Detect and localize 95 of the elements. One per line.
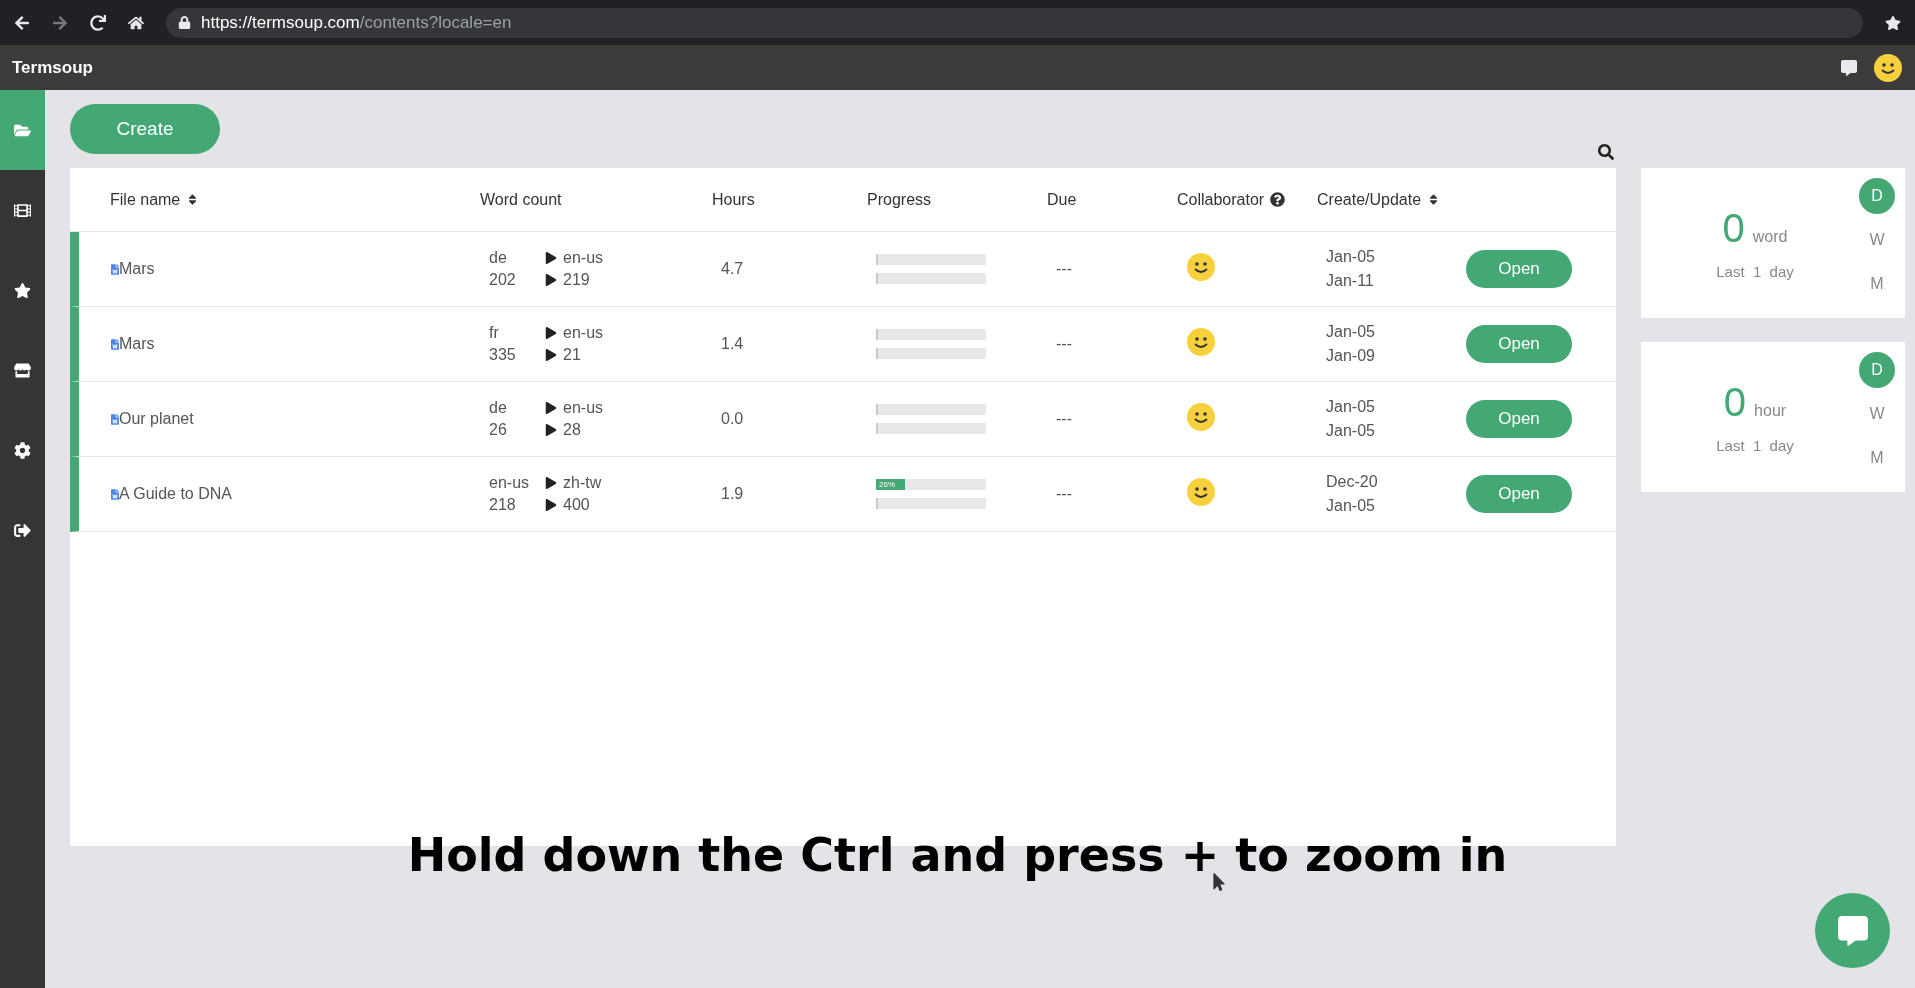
file-name: Our planet [119,410,195,428]
period-toggle[interactable]: W [1859,396,1895,432]
forward-icon[interactable] [52,14,68,31]
created-date: Jan-05 [1326,323,1376,341]
logout-icon [14,521,31,539]
hours-value: 0.0 [721,410,745,428]
column-header[interactable]: File name [110,190,480,209]
collaborator-smiley-icon [1186,477,1216,507]
target-language: en-us [563,399,605,417]
period-toggle[interactable]: D [1859,352,1895,388]
open-button[interactable]: Open [1466,325,1572,363]
document-icon [111,486,119,502]
created-date: Jan-05 [1326,398,1376,416]
play-icon [545,477,557,489]
settings-icon [14,441,31,459]
play-icon [545,349,557,361]
column-header: Due [1047,190,1078,209]
hours-value: 4.7 [721,260,745,278]
target-word-count: 219 [563,271,591,289]
period-text: Last 1 day [1716,263,1794,280]
hours-value: 1.4 [721,335,745,353]
due-value: --- [1056,410,1073,428]
chat-icon[interactable] [1841,59,1857,76]
open-button[interactable]: Open [1466,475,1572,513]
play-icon [545,274,557,286]
search-icon[interactable] [1598,144,1614,160]
store-icon [14,361,31,379]
updated-date: Jan-09 [1326,347,1376,365]
period-toggle[interactable]: M [1859,440,1895,476]
source-word-count: 202 [489,271,517,289]
chat-icon [1837,915,1868,946]
stat-unit: hour [1754,402,1787,420]
back-icon[interactable] [14,14,30,31]
created-date: Dec-20 [1326,473,1379,491]
column-header: Collaborator [1177,190,1317,209]
hours-value: 1.9 [721,485,745,503]
avatar-smiley-icon [1873,52,1903,83]
column-header: Progress [867,190,933,209]
subtitle-caption: Hold down the Ctrl and press + to zoom in [407,828,1508,882]
created-date: Jan-05 [1326,248,1376,266]
updated-date: Jan-05 [1326,422,1376,440]
source-word-count: 218 [489,496,517,514]
reload-icon[interactable] [90,14,106,31]
target-word-count: 400 [563,496,591,514]
source-language: de [489,249,508,267]
stat-value: 0 [1723,380,1747,425]
due-value: --- [1056,485,1073,503]
period-toggle[interactable]: D [1859,178,1895,214]
file-name: Mars [119,260,156,278]
open-button[interactable]: Open [1466,250,1572,288]
column-header[interactable]: Create/Update [1317,190,1457,209]
star-icon[interactable] [1885,14,1901,31]
collaborator-smiley-icon [1186,252,1216,282]
film-icon [14,201,31,219]
target-language: zh-tw [563,474,603,492]
due-value: --- [1056,260,1073,278]
create-button[interactable]: Create [70,104,220,154]
play-icon [545,499,557,511]
target-word-count: 21 [563,346,582,364]
file-name: A Guide to DNA [119,485,233,503]
open-button[interactable]: Open [1466,400,1572,438]
due-value: --- [1056,335,1073,353]
document-icon [111,261,119,277]
period-toggle[interactable]: W [1859,222,1895,258]
document-icon [111,336,119,352]
play-icon [545,327,557,339]
app-title: Termsoup [12,57,93,78]
stat-unit: word [1752,228,1788,246]
source-word-count: 26 [489,421,508,439]
collaborator-smiley-icon [1186,402,1216,432]
source-language: fr [489,324,500,342]
column-header: Hours [712,190,756,209]
target-language: en-us [563,324,605,342]
play-icon [545,424,557,436]
column-header: Word count [480,190,563,209]
stat-value: 0 [1722,206,1745,251]
target-word-count: 28 [563,421,582,439]
home-icon[interactable] [128,14,144,31]
address-bar[interactable]: https://termsoup.com/contents?locale=en [166,7,1863,38]
progress-fill: 26% [876,479,905,490]
play-icon [545,252,557,264]
source-language: de [489,399,508,417]
play-icon [545,402,557,414]
period-toggle[interactable]: M [1859,266,1895,302]
help-icon [1270,192,1286,207]
updated-date: Jan-11 [1326,272,1375,290]
file-name: Mars [119,335,156,353]
target-language: en-us [563,249,605,267]
source-word-count: 335 [489,346,517,364]
updated-date: Jan-05 [1326,497,1376,515]
source-language: en-us [489,474,531,492]
document-icon [111,411,119,427]
collaborator-smiley-icon [1186,327,1216,357]
star-icon [14,281,31,299]
period-text: Last 1 day [1716,437,1794,454]
